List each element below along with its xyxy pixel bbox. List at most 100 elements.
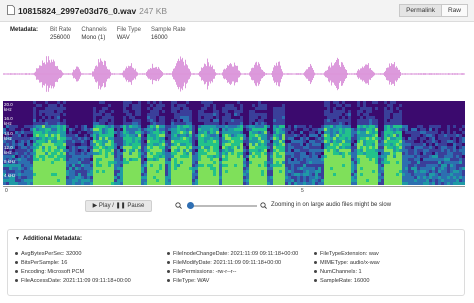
spectrogram-cell	[417, 146, 420, 149]
spectrogram-cell	[216, 176, 219, 179]
spectrogram-cell	[405, 179, 408, 182]
spectrogram-cell	[423, 146, 426, 149]
spectrogram-cell	[150, 167, 153, 170]
spectrogram-cell	[339, 173, 342, 176]
spectrogram-cell	[177, 140, 180, 143]
waveform[interactable]	[3, 52, 465, 96]
spectrogram-cell	[123, 143, 126, 146]
spectrogram-cell	[201, 146, 204, 149]
spectrogram-cell	[222, 176, 225, 179]
spectrogram-cell	[45, 173, 48, 176]
spectrogram-cell	[303, 125, 306, 128]
spectrogram-cell	[267, 140, 270, 143]
waveform-sample	[356, 72, 357, 76]
metadata-text: AvgBytesPerSec: 32000	[21, 251, 82, 257]
spectrogram-cell	[96, 134, 99, 137]
waveform-sample	[458, 73, 459, 75]
spectrogram-cell	[297, 134, 300, 137]
zoom-slider-thumb[interactable]	[187, 202, 194, 209]
play-pause-button[interactable]: ▶ Play / ❚❚ Pause	[85, 200, 152, 212]
spectrogram-cell	[345, 158, 348, 161]
spectrogram-cell	[114, 137, 117, 140]
frequency-axis: 20.0 kHz 16.0 kHz 14.0 kHz 12.0 kHz 8 kH…	[3, 101, 19, 185]
spectrogram-cell	[444, 161, 447, 164]
spectrogram-cell	[219, 164, 222, 167]
spectrogram-cell	[42, 179, 45, 182]
permalink-button[interactable]: Permalink	[399, 4, 442, 17]
spectrogram-cell	[396, 107, 399, 110]
spectrogram-cell	[243, 161, 246, 164]
spectrogram-cell	[174, 116, 177, 119]
spectrogram-cell	[414, 182, 417, 185]
spectrogram-cell	[189, 176, 192, 179]
spectrogram-cell	[123, 152, 126, 155]
spectrogram-cell	[237, 134, 240, 137]
spectrogram-cell	[333, 179, 336, 182]
spectrogram-cell	[387, 149, 390, 152]
waveform-sample	[97, 66, 98, 82]
spectrogram-cell	[417, 134, 420, 137]
spectrogram-cell	[441, 158, 444, 161]
spectrogram-cell	[225, 182, 228, 185]
spectrogram-cell	[132, 140, 135, 143]
spectrogram-cell	[231, 176, 234, 179]
spectrogram-cell	[387, 161, 390, 164]
waveform-sample	[83, 73, 84, 75]
waveform-sample	[209, 66, 210, 82]
spectrogram-cell	[63, 137, 66, 140]
spectrogram-cell	[336, 119, 339, 122]
spectrogram-cell	[288, 149, 291, 152]
spectrogram-cell	[174, 170, 177, 173]
spectrogram-cell	[204, 119, 207, 122]
spectrogram-cell	[63, 131, 66, 134]
raw-button[interactable]: Raw	[441, 4, 468, 17]
spectrogram-cell	[63, 173, 66, 176]
spectrogram-cell	[348, 143, 351, 146]
spectrogram-cell	[138, 152, 141, 155]
spectrogram-cell	[225, 152, 228, 155]
spectrogram-cell	[120, 125, 123, 128]
bullet-icon	[167, 261, 170, 265]
spectrogram-cell	[264, 182, 267, 185]
spectrogram[interactable]	[3, 101, 465, 185]
spectrogram-cell	[420, 131, 423, 134]
spectrogram-cell	[258, 182, 261, 185]
waveform-sample	[102, 61, 103, 87]
waveform-sample	[344, 66, 345, 82]
spectrogram-cell	[456, 170, 459, 173]
spectrogram-cell	[453, 143, 456, 146]
spectrogram-cell	[330, 149, 333, 152]
spectrogram-cell	[174, 110, 177, 113]
spectrogram-cell	[189, 158, 192, 161]
metadata-item: FilePermissions: -rw-r--r--	[167, 268, 298, 277]
spectrogram-cell	[426, 167, 429, 170]
spectrogram-cell	[75, 164, 78, 167]
spectrogram-cell	[303, 179, 306, 182]
waveform-sample	[453, 73, 454, 75]
waveform-sample	[425, 73, 426, 75]
spectrogram-cell	[84, 134, 87, 137]
waveform-sample	[399, 69, 400, 79]
spectrogram-cell	[261, 149, 264, 152]
spectrogram-cell	[141, 155, 144, 158]
spectrogram-cell	[174, 134, 177, 137]
spectrogram-cell	[321, 158, 324, 161]
spectrogram-cell	[198, 173, 201, 176]
spectrogram-cell	[429, 176, 432, 179]
additional-metadata-toggle[interactable]: ▼ Additional Metadata:	[15, 236, 82, 242]
spectrogram-cell	[396, 122, 399, 125]
spectrogram-cell	[153, 137, 156, 140]
zoom-slider[interactable]	[187, 202, 257, 209]
spectrogram-cell	[48, 170, 51, 173]
spectrogram-cell	[108, 116, 111, 119]
waveform-sample	[150, 67, 151, 81]
waveform-sample	[106, 66, 107, 82]
spectrogram-cell	[39, 128, 42, 131]
spectrogram-cell	[444, 134, 447, 137]
waveform-sample	[400, 71, 401, 77]
spectrogram-cell	[135, 110, 138, 113]
spectrogram-cell	[369, 164, 372, 167]
spectrogram-cell	[33, 149, 36, 152]
spectrogram-cell	[48, 140, 51, 143]
timeline[interactable]: 0 5	[3, 186, 465, 195]
